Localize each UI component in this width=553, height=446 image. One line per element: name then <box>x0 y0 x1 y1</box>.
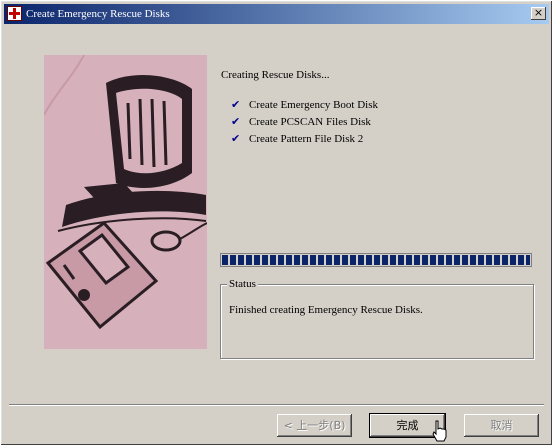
task-item: ✔ Create Emergency Boot Disk <box>231 98 378 112</box>
dialog-window: Create Emergency Rescue Disks × Creating… <box>0 0 553 446</box>
task-item: ✔ Create PCSCAN Files Disk <box>231 115 371 129</box>
status-legend: Status <box>227 277 258 291</box>
progress-heading: Creating Rescue Disks... <box>221 69 330 81</box>
checkmark-icon: ✔ <box>231 98 241 111</box>
button-separator <box>9 404 544 406</box>
decor-line <box>44 55 85 116</box>
mouse-cord <box>179 222 207 240</box>
checkmark-icon: ✔ <box>231 115 241 128</box>
status-group: Status Finished creating Emergency Rescu… <box>220 277 534 359</box>
task-label: Create Emergency Boot Disk <box>249 99 379 111</box>
cancel-button[interactable]: 取消 <box>464 414 539 437</box>
hand-pointer-icon <box>432 420 447 442</box>
status-message: Finished creating Emergency Rescue Disks… <box>229 304 423 316</box>
monitor-screen <box>116 88 182 174</box>
rescue-cross-icon <box>7 6 22 21</box>
task-label: Create PCSCAN Files Disk <box>249 116 371 128</box>
checkmark-icon: ✔ <box>231 132 241 145</box>
close-button[interactable]: × <box>531 7 546 20</box>
progress-bar <box>220 253 532 267</box>
task-label: Create Pattern File Disk 2 <box>249 133 364 145</box>
computer-disk-illustration <box>44 55 207 349</box>
mouse-shape <box>150 230 182 252</box>
title-bar[interactable]: Create Emergency Rescue Disks × <box>4 4 549 24</box>
illustration-svg <box>44 55 207 330</box>
floppy-hub <box>78 289 90 301</box>
window-title: Create Emergency Rescue Disks <box>26 8 170 20</box>
progress-fill <box>222 255 530 265</box>
back-button[interactable]: < 上一步(B) <box>277 414 352 437</box>
task-item: ✔ Create Pattern File Disk 2 <box>231 132 363 146</box>
